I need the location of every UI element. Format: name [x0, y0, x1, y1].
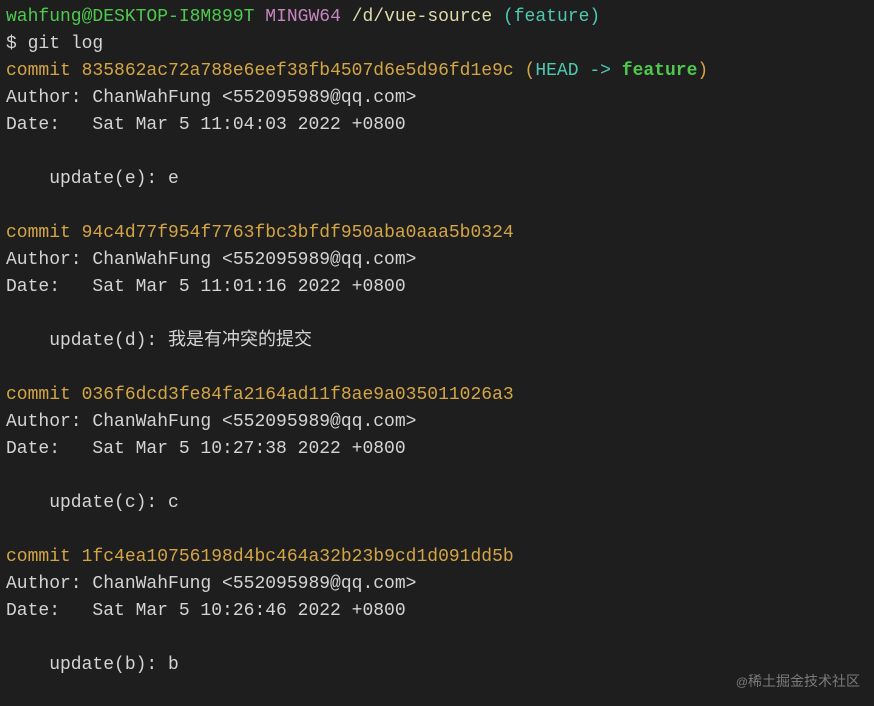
head-ref: HEAD ->	[535, 61, 611, 81]
command-line: $ git log	[6, 31, 868, 58]
author-line: Author: ChanWahFung <552095989@qq.com>	[6, 409, 868, 436]
commit-message: update(c): c	[6, 490, 868, 517]
ref-close: )	[697, 61, 708, 81]
cwd-path: /d/vue-source	[352, 7, 492, 27]
commit-label: commit	[6, 385, 82, 405]
commit-entry: commit 835862ac72a788e6eef38fb4507d6e5d9…	[6, 58, 868, 220]
terminal-output: wahfung@DESKTOP-I8M899T MINGW64 /d/vue-s…	[6, 4, 868, 679]
blank-line	[6, 625, 868, 652]
command-text: git log	[28, 34, 104, 54]
ref-open: (	[525, 61, 536, 81]
blank-line	[6, 139, 868, 166]
prompt-dollar: $	[6, 34, 17, 54]
author-line: Author: ChanWahFung <552095989@qq.com>	[6, 85, 868, 112]
commit-hash: 94c4d77f954f7763fbc3bfdf950aba0aaa5b0324	[82, 223, 514, 243]
date-line: Date: Sat Mar 5 10:26:46 2022 +0800	[6, 598, 868, 625]
commit-line: commit 94c4d77f954f7763fbc3bfdf950aba0aa…	[6, 220, 868, 247]
commit-hash: 835862ac72a788e6eef38fb4507d6e5d96fd1e9c	[82, 61, 514, 81]
author-line: Author: ChanWahFung <552095989@qq.com>	[6, 571, 868, 598]
commit-line: commit 1fc4ea10756198d4bc464a32b23b9cd1d…	[6, 544, 868, 571]
commit-entry: commit 94c4d77f954f7763fbc3bfdf950aba0aa…	[6, 220, 868, 382]
date-line: Date: Sat Mar 5 11:01:16 2022 +0800	[6, 274, 868, 301]
commit-label: commit	[6, 223, 82, 243]
blank-line	[6, 463, 868, 490]
branch-ref: feature	[622, 61, 698, 81]
blank-line	[6, 301, 868, 328]
blank-line	[6, 517, 868, 544]
commit-message: update(e): e	[6, 166, 868, 193]
user-host: wahfung@DESKTOP-I8M899T	[6, 7, 254, 27]
commit-message: update(d): 我是有冲突的提交	[6, 328, 868, 355]
commit-hash: 1fc4ea10756198d4bc464a32b23b9cd1d091dd5b	[82, 547, 514, 567]
commit-line: commit 036f6dcd3fe84fa2164ad11f8ae9a0350…	[6, 382, 868, 409]
prompt-line: wahfung@DESKTOP-I8M899T MINGW64 /d/vue-s…	[6, 4, 868, 31]
commit-label: commit	[6, 61, 82, 81]
mingw-label: MINGW64	[265, 7, 341, 27]
blank-line	[6, 193, 868, 220]
commit-entry: commit 036f6dcd3fe84fa2164ad11f8ae9a0350…	[6, 382, 868, 544]
blank-line	[6, 355, 868, 382]
author-line: Author: ChanWahFung <552095989@qq.com>	[6, 247, 868, 274]
watermark-text: 稀土掘金技术社区	[748, 673, 860, 689]
date-line: Date: Sat Mar 5 11:04:03 2022 +0800	[6, 112, 868, 139]
commit-entry: commit 1fc4ea10756198d4bc464a32b23b9cd1d…	[6, 544, 868, 679]
commit-hash: 036f6dcd3fe84fa2164ad11f8ae9a035011026a3	[82, 385, 514, 405]
commit-line: commit 835862ac72a788e6eef38fb4507d6e5d9…	[6, 58, 868, 85]
watermark: @稀土掘金技术社区	[736, 671, 860, 692]
commit-label: commit	[6, 547, 82, 567]
branch-indicator: (feature)	[503, 7, 600, 27]
date-line: Date: Sat Mar 5 10:27:38 2022 +0800	[6, 436, 868, 463]
